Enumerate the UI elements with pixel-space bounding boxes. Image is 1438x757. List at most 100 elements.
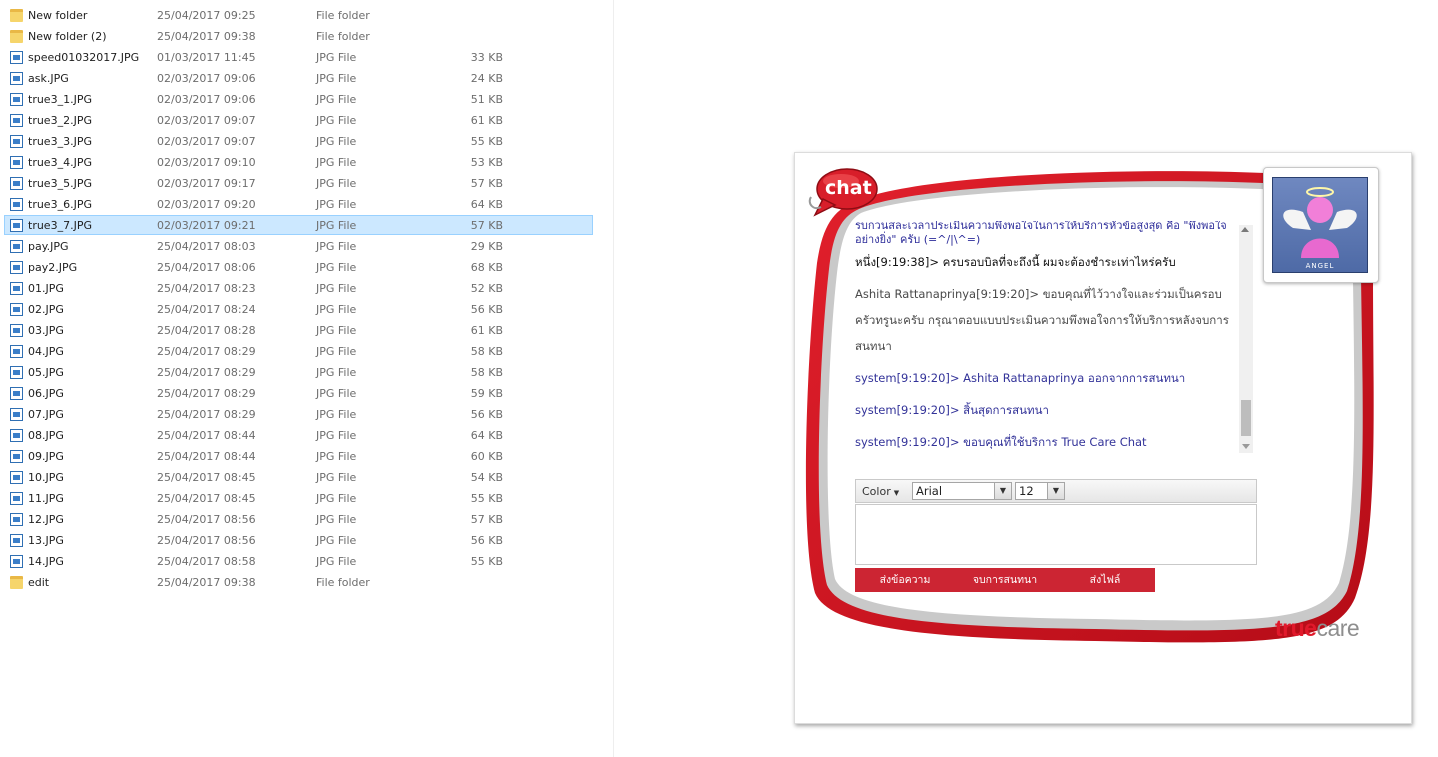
file-type: JPG File <box>316 408 357 421</box>
file-type: File folder <box>316 576 370 589</box>
file-date-modified: 25/04/2017 08:29 <box>157 345 256 358</box>
file-type: JPG File <box>316 555 357 568</box>
file-date-modified: 02/03/2017 09:07 <box>157 114 256 127</box>
file-type: JPG File <box>316 534 357 547</box>
file-size: 56 KB <box>470 534 503 547</box>
file-row[interactable]: ask.JPG 02/03/2017 09:06 JPG File 24 KB <box>4 68 593 88</box>
file-row[interactable]: 09.JPG 25/04/2017 08:44 JPG File 60 KB <box>4 446 593 466</box>
image-file-icon <box>10 93 23 106</box>
chat-message: system[9:19:20]> ขอบคุณที่ใช้บริการ True… <box>855 435 1147 449</box>
file-type: JPG File <box>316 429 357 442</box>
image-file-icon <box>10 261 23 274</box>
file-type: JPG File <box>316 345 357 358</box>
image-file-icon <box>10 51 23 64</box>
file-row[interactable]: true3_5.JPG 02/03/2017 09:17 JPG File 57 KB <box>4 173 593 193</box>
file-name: edit <box>28 576 50 589</box>
file-type: JPG File <box>316 471 357 484</box>
file-type: JPG File <box>316 219 357 232</box>
file-explorer-list: New folder 25/04/2017 09:25 File folder New… <box>0 0 614 757</box>
image-file-icon <box>10 240 23 253</box>
file-name: 06.JPG <box>28 387 64 400</box>
chevron-down-icon[interactable]: ▼ <box>994 483 1011 499</box>
file-date-modified: 25/04/2017 08:23 <box>157 282 256 295</box>
message-scrollbar[interactable] <box>1239 225 1253 453</box>
chat-message: system[9:19:20]> สิ้นสุดการสนทนา <box>855 403 1049 417</box>
scroll-up-arrow-icon[interactable] <box>1241 227 1249 232</box>
logo-true-text: true <box>1275 615 1317 641</box>
image-file-icon <box>10 450 23 463</box>
file-row[interactable]: 05.JPG 25/04/2017 08:29 JPG File 58 KB <box>4 362 593 382</box>
file-row[interactable]: true3_4.JPG 02/03/2017 09:10 JPG File 53 KB <box>4 152 593 172</box>
file-row[interactable]: 07.JPG 25/04/2017 08:29 JPG File 56 KB <box>4 404 593 424</box>
angel-avatar-image: ANGEL <box>1272 177 1368 273</box>
chat-message: system[9:19:20]> Ashita Rattanaprinya ออ… <box>855 371 1186 385</box>
font-family-select[interactable]: Arial ▼ <box>912 482 1012 500</box>
file-date-modified: 25/04/2017 09:38 <box>157 576 256 589</box>
file-date-modified: 02/03/2017 09:10 <box>157 156 256 169</box>
folder-icon <box>10 30 23 43</box>
file-size: 61 KB <box>470 324 503 337</box>
image-file-icon <box>10 282 23 295</box>
file-row[interactable]: 06.JPG 25/04/2017 08:29 JPG File 59 KB <box>4 383 593 403</box>
image-file-icon <box>10 555 23 568</box>
file-type: File folder <box>316 9 370 22</box>
file-size: 57 KB <box>470 219 503 232</box>
file-row[interactable]: true3_3.JPG 02/03/2017 09:07 JPG File 55 KB <box>4 131 593 151</box>
file-row[interactable]: New folder (2) 25/04/2017 09:38 File folde… <box>4 26 593 46</box>
file-row[interactable]: edit 25/04/2017 09:38 File folder <box>4 572 593 592</box>
image-file-icon <box>10 471 23 484</box>
file-size: 64 KB <box>470 198 503 211</box>
file-date-modified: 25/04/2017 09:38 <box>157 30 256 43</box>
file-date-modified: 25/04/2017 08:56 <box>157 513 256 526</box>
color-dropdown-button[interactable]: Color ▼ <box>862 485 899 498</box>
end-chat-button[interactable]: จบการสนทนา <box>955 568 1055 592</box>
file-row[interactable]: 03.JPG 25/04/2017 08:28 JPG File 61 KB <box>4 320 593 340</box>
file-type: JPG File <box>316 366 357 379</box>
file-name: 04.JPG <box>28 345 64 358</box>
file-row[interactable]: 01.JPG 25/04/2017 08:23 JPG File 52 KB <box>4 278 593 298</box>
file-name: 07.JPG <box>28 408 64 421</box>
file-row[interactable]: 02.JPG 25/04/2017 08:24 JPG File 56 KB <box>4 299 593 319</box>
file-row[interactable]: pay.JPG 25/04/2017 08:03 JPG File 29 KB <box>4 236 593 256</box>
file-row[interactable]: 04.JPG 25/04/2017 08:29 JPG File 58 KB <box>4 341 593 361</box>
file-row[interactable]: 11.JPG 25/04/2017 08:45 JPG File 55 KB <box>4 488 593 508</box>
file-date-modified: 25/04/2017 08:45 <box>157 492 256 505</box>
chat-message: หนึ่ง[9:19:38]> ครบรอบบิลที่จะถึงนี้ ผมจ… <box>855 255 1176 269</box>
image-file-icon <box>10 345 23 358</box>
file-type: JPG File <box>316 513 357 526</box>
chevron-down-icon[interactable]: ▼ <box>1047 483 1064 499</box>
image-file-icon <box>10 492 23 505</box>
scroll-down-arrow-icon[interactable] <box>1242 444 1250 449</box>
scroll-thumb[interactable] <box>1241 400 1251 436</box>
truecare-logo: truecare <box>1275 615 1360 642</box>
file-row[interactable]: speed01032017.JPG 01/03/2017 11:45 JPG Fil… <box>4 47 593 67</box>
file-type: JPG File <box>316 282 357 295</box>
message-input[interactable] <box>855 504 1257 565</box>
file-row[interactable]: 10.JPG 25/04/2017 08:45 JPG File 54 KB <box>4 467 593 487</box>
file-row[interactable]: 13.JPG 25/04/2017 08:56 JPG File 56 KB <box>4 530 593 550</box>
file-date-modified: 02/03/2017 09:21 <box>157 219 256 232</box>
file-row[interactable]: true3_6.JPG 02/03/2017 09:20 JPG File 64 KB <box>4 194 593 214</box>
agent-avatar: ANGEL <box>1263 167 1379 283</box>
file-row[interactable]: 08.JPG 25/04/2017 08:44 JPG File 64 KB <box>4 425 593 445</box>
file-row[interactable]: 14.JPG 25/04/2017 08:58 JPG File 55 KB <box>4 551 593 571</box>
file-size: 24 KB <box>470 72 503 85</box>
font-size-select[interactable]: 12 ▼ <box>1015 482 1065 500</box>
file-row[interactable]: true3_1.JPG 02/03/2017 09:06 JPG File 51 KB <box>4 89 593 109</box>
file-type: JPG File <box>316 240 357 253</box>
file-name: true3_4.JPG <box>28 156 92 169</box>
file-name: 08.JPG <box>28 429 64 442</box>
file-type: JPG File <box>316 324 357 337</box>
file-row[interactable]: true3_7.JPG 02/03/2017 09:21 JPG File 57 KB <box>4 215 593 235</box>
file-row[interactable]: New folder 25/04/2017 09:25 File folder <box>4 5 593 25</box>
file-date-modified: 01/03/2017 11:45 <box>157 51 256 64</box>
file-name: pay.JPG <box>28 240 69 253</box>
file-type: JPG File <box>316 177 357 190</box>
file-type: JPG File <box>316 261 357 274</box>
file-type: JPG File <box>316 135 357 148</box>
send-message-button[interactable]: ส่งข้อความ <box>855 568 955 592</box>
send-file-button[interactable]: ส่งไฟล์ <box>1055 568 1155 592</box>
file-row[interactable]: 12.JPG 25/04/2017 08:56 JPG File 57 KB <box>4 509 593 529</box>
file-row[interactable]: pay2.JPG 25/04/2017 08:06 JPG File 68 KB <box>4 257 593 277</box>
file-row[interactable]: true3_2.JPG 02/03/2017 09:07 JPG File 61 KB <box>4 110 593 130</box>
